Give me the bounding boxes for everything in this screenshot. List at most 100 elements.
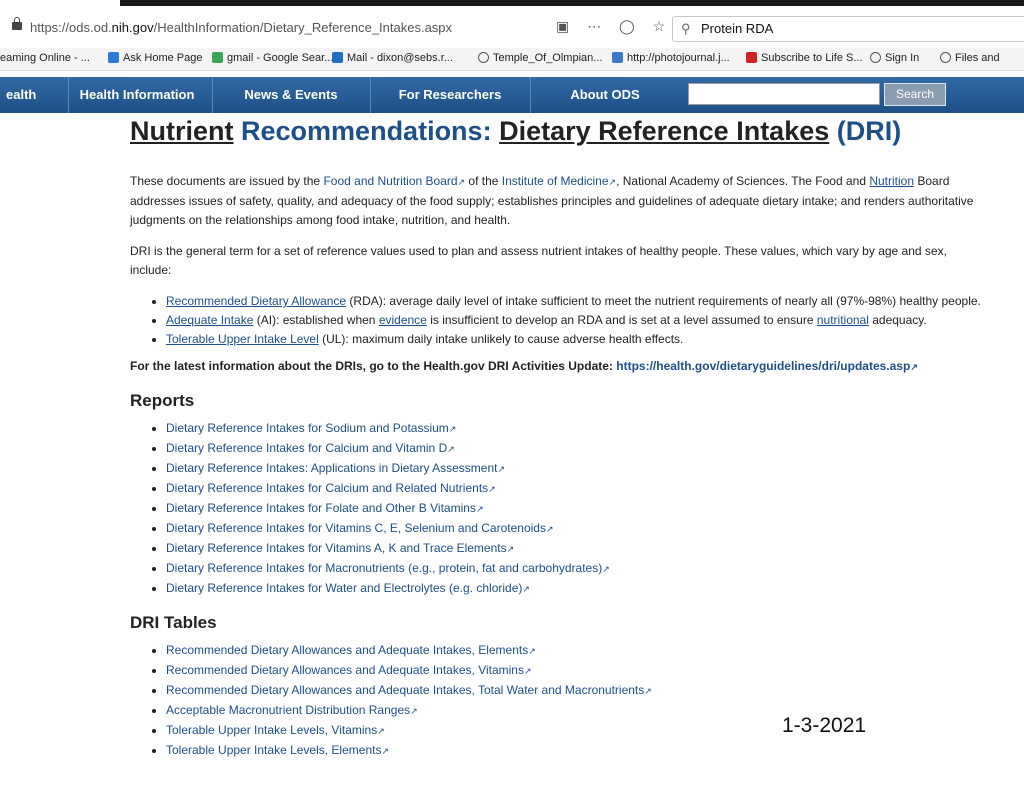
external-link-icon: ↗ <box>475 504 484 514</box>
link-adequate-intake[interactable]: Adequate Intake <box>166 313 253 327</box>
dri-table-link[interactable]: Acceptable Macronutrient Distribution Ra… <box>166 703 410 717</box>
external-link-icon: ↗ <box>447 444 455 454</box>
external-link-icon: ↗ <box>381 746 389 756</box>
pocket-icon[interactable]: ◯ <box>619 18 635 35</box>
globe-icon <box>870 52 881 63</box>
search-value: Protein RDA <box>701 21 774 36</box>
site-nav: ealth Health Information News & Events F… <box>0 77 1024 113</box>
bookmark-item[interactable]: http://photojournal.j... <box>612 52 730 64</box>
bookmark-label: http://photojournal.j... <box>627 52 730 64</box>
external-link-icon: ↗ <box>528 646 536 656</box>
photo-icon <box>612 52 623 63</box>
bookmark-item[interactable]: Files and <box>940 52 1000 64</box>
report-link[interactable]: Dietary Reference Intakes: Applications … <box>166 461 498 475</box>
dri-tables-list: Recommended Dietary Allowances and Adequ… <box>130 641 990 761</box>
external-link-icon: ↗ <box>545 524 554 534</box>
link-nutrition[interactable]: Nutrition <box>869 174 914 188</box>
life-icon <box>746 52 757 63</box>
update-notice: For the latest information about the DRI… <box>130 359 918 373</box>
nav-item-for-researchers[interactable]: For Researchers <box>370 77 531 113</box>
reports-heading: Reports <box>130 391 195 410</box>
globe-icon <box>940 52 951 63</box>
report-link[interactable]: Dietary Reference Intakes for Water and … <box>166 581 522 595</box>
bookmark-label: Temple_Of_Olmpian... <box>493 52 603 64</box>
report-link[interactable]: Dietary Reference Intakes for Vitamins C… <box>166 521 546 535</box>
link-dri-updates[interactable]: https://health.gov/dietaryguidelines/dri… <box>616 359 910 373</box>
more-icon[interactable]: ⋯ <box>587 18 601 35</box>
bookmark-label: Ask Home Page <box>123 52 203 64</box>
link-food-nutrition-board[interactable]: Food and Nutrition Board <box>323 174 457 188</box>
dri-table-link[interactable]: Tolerable Upper Intake Levels, Elements <box>166 743 381 757</box>
dri-table-link[interactable]: Recommended Dietary Allowances and Adequ… <box>166 643 528 657</box>
outlook-icon <box>332 52 343 63</box>
star-icon[interactable]: ☆ <box>653 18 666 35</box>
list-item: Adequate Intake (AI): established when e… <box>166 311 990 330</box>
intro-paragraph: These documents are issued by the Food a… <box>130 174 974 227</box>
list-item: Recommended Dietary Allowance (RDA): ave… <box>166 292 990 311</box>
nav-item-about-ods[interactable]: About ODS <box>530 77 680 113</box>
report-link[interactable]: Dietary Reference Intakes for Calcium an… <box>166 441 447 455</box>
list-item: Dietary Reference Intakes for Folate and… <box>166 499 990 519</box>
list-item: Dietary Reference Intakes: Applications … <box>166 459 990 479</box>
browser-search-input[interactable]: ⚲ Protein RDA <box>672 16 1024 42</box>
nav-item-news-events[interactable]: News & Events <box>212 77 371 113</box>
dri-table-link[interactable]: Tolerable Upper Intake Levels, Vitamins <box>166 723 377 737</box>
external-link-icon: ↗ <box>410 706 418 716</box>
nav-item-health[interactable]: ealth <box>0 77 69 113</box>
bookmark-item[interactable]: Ask Home Page <box>108 52 202 64</box>
external-link-icon: ↗ <box>497 464 506 474</box>
url-text[interactable]: https://ods.od.nih.gov/HealthInformation… <box>30 20 452 35</box>
link-evidence[interactable]: evidence <box>379 313 427 327</box>
list-item: Tolerable Upper Intake Level (UL): maxim… <box>166 330 990 349</box>
search-icon <box>108 52 119 63</box>
bookmark-item[interactable]: eaming Online - ... <box>0 52 90 64</box>
external-link-icon: ↗ <box>644 686 652 696</box>
bookmark-label: Subscribe to Life S... <box>761 52 863 64</box>
external-link-icon: ↗ <box>523 666 532 676</box>
dri-table-link[interactable]: Recommended Dietary Allowances and Adequ… <box>166 663 524 677</box>
list-item: Recommended Dietary Allowances and Adequ… <box>166 681 990 701</box>
external-link-icon: ↗ <box>522 584 530 594</box>
link-tolerable-upper-intake[interactable]: Tolerable Upper Intake Level <box>166 332 319 346</box>
report-link[interactable]: Dietary Reference Intakes for Folate and… <box>166 501 476 515</box>
site-search-input[interactable] <box>688 83 880 105</box>
window-top-bar <box>120 0 1024 6</box>
nav-item-health-information[interactable]: Health Information <box>62 77 213 113</box>
bookmark-label: gmail - Google Sear... <box>227 52 334 64</box>
bookmark-item[interactable]: gmail - Google Sear... <box>212 52 333 64</box>
reports-list: Dietary Reference Intakes for Sodium and… <box>130 419 990 599</box>
dri-table-link[interactable]: Recommended Dietary Allowances and Adequ… <box>166 683 644 697</box>
external-link-icon: ↗ <box>488 484 496 494</box>
bookmark-item[interactable]: Sign In <box>870 52 919 64</box>
bookmarks-bar: eaming Online - ... Ask Home Page gmail - … <box>0 48 1024 71</box>
main-content: Nutrient Recommendations: Dietary Refere… <box>130 116 990 761</box>
site-search-button[interactable]: Search <box>884 83 946 106</box>
external-link-icon: ↗ <box>506 544 515 554</box>
address-bar[interactable]: https://ods.od.nih.gov/HealthInformation… <box>0 14 1024 44</box>
bookmark-label: Mail - dixon@sebs.r... <box>347 52 453 64</box>
list-item: Tolerable Upper Intake Levels, Vitamins↗ <box>166 721 990 741</box>
bookmark-label: Sign In <box>885 52 920 64</box>
list-item: Dietary Reference Intakes for Vitamins C… <box>166 519 990 539</box>
report-link[interactable]: Dietary Reference Intakes for Vitamins A… <box>166 541 507 555</box>
external-link-icon: ↗ <box>448 424 457 434</box>
report-link[interactable]: Dietary Reference Intakes for Macronutri… <box>166 561 602 575</box>
google-icon <box>212 52 223 63</box>
bookmark-item[interactable]: Temple_Of_Olmpian... <box>478 52 602 64</box>
reader-icon[interactable]: ▣ <box>556 18 569 35</box>
report-link[interactable]: Dietary Reference Intakes for Sodium and… <box>166 421 449 435</box>
bookmark-item[interactable]: Mail - dixon@sebs.r... <box>332 52 453 64</box>
list-item: Dietary Reference Intakes for Vitamins A… <box>166 539 990 559</box>
list-item: Dietary Reference Intakes for Water and … <box>166 579 990 599</box>
globe-icon <box>478 52 489 63</box>
list-item: Recommended Dietary Allowances and Adequ… <box>166 641 990 661</box>
lock-icon <box>12 17 22 30</box>
link-rda[interactable]: Recommended Dietary Allowance <box>166 294 346 308</box>
link-nutritional[interactable]: nutritional <box>817 313 869 327</box>
date-annotation: 1-3-2021 <box>782 714 867 737</box>
link-institute-of-medicine[interactable]: Institute of Medicine <box>502 174 609 188</box>
external-link-icon: ↗ <box>457 177 466 187</box>
bookmark-item[interactable]: Subscribe to Life S... <box>746 52 863 64</box>
page-title: Nutrient Recommendations: Dietary Refere… <box>130 116 902 146</box>
report-link[interactable]: Dietary Reference Intakes for Calcium an… <box>166 481 488 495</box>
